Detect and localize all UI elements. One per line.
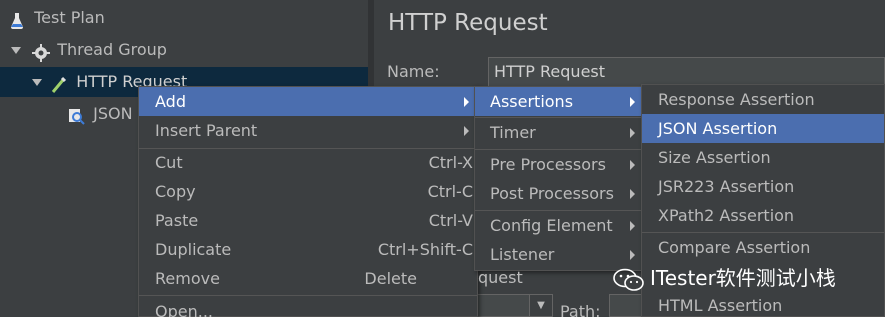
menu-item-label: Copy <box>155 182 196 201</box>
menu-item-label: JSR223 Assertion <box>658 177 795 196</box>
combo-dropdown-icon[interactable]: ▼ <box>529 294 553 317</box>
expand-arrow-icon[interactable] <box>32 79 42 86</box>
menu-item-config-element[interactable]: Config Element <box>475 211 643 240</box>
menu-item-insert-parent[interactable]: Insert Parent <box>139 116 477 145</box>
menu-item-label: Config Element <box>490 216 613 235</box>
menu-item-add[interactable]: Add <box>139 87 477 116</box>
menu-item-label: Post Processors <box>490 184 614 203</box>
menu-item-label: JSON Assertion <box>658 119 778 138</box>
menu-item-copy[interactable]: Copy Ctrl-C <box>139 177 477 206</box>
submenu-arrow-icon <box>464 126 469 136</box>
tree-item-thread-group[interactable]: Thread Group <box>0 35 368 65</box>
name-label: Name: <box>387 62 440 81</box>
expand-arrow-icon[interactable] <box>11 47 21 54</box>
menu-item-label: HTML Assertion <box>658 296 783 315</box>
submenu-arrow-icon <box>464 97 469 107</box>
pipette-icon <box>51 74 67 93</box>
menu-item-jsr223-assertion[interactable]: JSR223 Assertion <box>642 172 884 201</box>
tree-item-test-plan[interactable]: Test Plan <box>0 3 368 33</box>
path-label: Path: <box>560 302 601 317</box>
menu-item-label: XPath2 Assertion <box>658 206 795 225</box>
menu-item-label: Assertions <box>490 92 574 111</box>
menu-item-label: Insert Parent <box>155 121 258 140</box>
menu-item-label: Paste <box>155 211 199 230</box>
submenu-arrow-icon <box>630 97 635 107</box>
gear-icon <box>32 42 51 62</box>
menu-item-xpath2-assertion[interactable]: XPath2 Assertion <box>642 201 884 230</box>
magnifier-icon <box>68 106 85 125</box>
menu-item-response-assertion[interactable]: Response Assertion <box>642 85 884 114</box>
menu-item-remove[interactable]: Remove Delete <box>139 264 477 293</box>
menu-shortcut: Delete <box>364 269 417 288</box>
menu-item-label: Add <box>155 92 186 111</box>
menu-item-duplicate[interactable]: Duplicate Ctrl+Shift-C <box>139 235 477 264</box>
add-submenu: Assertions Timer Pre Processors Post Pro… <box>474 86 644 271</box>
menu-item-cut[interactable]: Cut Ctrl-X <box>139 148 477 177</box>
menu-item-size-assertion[interactable]: Size Assertion <box>642 143 884 172</box>
menu-item-label: Listener <box>490 245 555 264</box>
panel-title: HTTP Request <box>388 10 548 36</box>
name-field[interactable]: HTTP Request <box>488 57 885 87</box>
tree-item-label: Test Plan <box>34 8 105 27</box>
menu-item-assertions[interactable]: Assertions <box>475 87 643 116</box>
menu-item-label: Remove <box>155 269 220 288</box>
tree-item-label: JSON <box>93 104 133 123</box>
submenu-arrow-icon <box>630 160 635 170</box>
menu-item-label: Timer <box>490 123 536 142</box>
menu-item-label: Response Assertion <box>658 90 815 109</box>
menu-item-label: Open... <box>155 302 213 317</box>
menu-item-label: Duplicate <box>155 240 232 259</box>
menu-item-post-processors[interactable]: Post Processors <box>475 179 643 208</box>
menu-item-label: Cut <box>155 153 183 172</box>
menu-item-label: Compare Assertion <box>658 238 811 257</box>
flask-icon <box>9 10 25 29</box>
menu-shortcut: Ctrl+Shift-C <box>377 240 473 259</box>
menu-shortcut: Ctrl-X <box>428 153 473 172</box>
menu-shortcut: Ctrl-C <box>427 182 473 201</box>
menu-item-html-assertion[interactable]: HTML Assertion <box>642 291 884 317</box>
submenu-arrow-icon <box>630 128 635 138</box>
submenu-arrow-icon <box>630 221 635 231</box>
menu-overflow-text: quest <box>478 268 523 287</box>
menu-separator <box>139 295 477 296</box>
submenu-arrow-icon <box>630 250 635 260</box>
watermark-text: ITester软件测试小栈 <box>650 266 836 290</box>
menu-item-label: Size Assertion <box>658 148 771 167</box>
menu-item-open[interactable]: Open... <box>139 297 477 317</box>
watermark: ITester软件测试小栈 <box>612 263 836 293</box>
menu-shortcut: Ctrl-V <box>428 211 473 230</box>
submenu-arrow-icon <box>630 189 635 199</box>
menu-item-compare-assertion[interactable]: Compare Assertion <box>642 233 884 262</box>
menu-item-json-assertion[interactable]: JSON Assertion <box>642 114 884 143</box>
menu-item-timer[interactable]: Timer <box>475 118 643 147</box>
menu-item-label: Pre Processors <box>490 155 606 174</box>
tree-item-label: Thread Group <box>57 40 167 59</box>
menu-item-pre-processors[interactable]: Pre Processors <box>475 150 643 179</box>
context-menu: Add Insert Parent Cut Ctrl-X Copy Ctrl-C… <box>138 86 478 317</box>
wechat-logo-icon <box>612 268 646 292</box>
menu-item-paste[interactable]: Paste Ctrl-V <box>139 206 477 235</box>
